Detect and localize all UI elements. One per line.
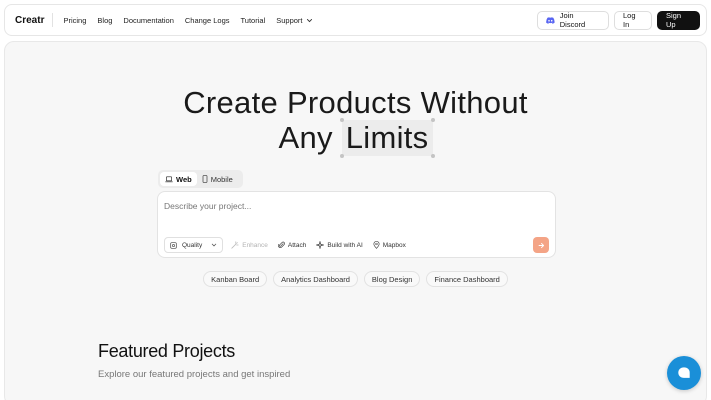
- nav-link-support-label: Support: [276, 15, 303, 25]
- chip-finance-dashboard[interactable]: Finance Dashboard: [426, 271, 508, 287]
- project-description-input[interactable]: [164, 198, 544, 214]
- selection-handle[interactable]: [339, 118, 344, 122]
- magic-icon: [316, 241, 325, 249]
- nav-link-change-logs[interactable]: Change Logs: [185, 16, 230, 25]
- selection-handle[interactable]: [430, 118, 435, 122]
- phone-icon: [202, 175, 208, 183]
- hero-title-line1: Create Products Without: [183, 85, 528, 120]
- chip-kanban-board[interactable]: Kanban Board: [203, 271, 268, 287]
- quality-select[interactable]: Quality: [164, 237, 224, 253]
- featured-projects-title: Featured Projects: [98, 341, 235, 361]
- nav-link-blog[interactable]: Blog: [97, 16, 112, 25]
- attach-button[interactable]: Attach: [277, 241, 307, 249]
- selection-handle[interactable]: [430, 154, 435, 158]
- hero-highlight-word: Limits: [339, 118, 435, 158]
- nav-link-pricing[interactable]: Pricing: [63, 16, 86, 25]
- hero-title-prefix: Any: [278, 120, 333, 155]
- join-discord-label: Join Discord: [559, 11, 586, 29]
- quality-icon: [170, 241, 177, 249]
- nav-divider: [52, 13, 54, 27]
- featured-projects-subtitle: Explore our featured projects and get in…: [98, 369, 291, 380]
- hero-section: Create Products Without Any Limits Web M…: [4, 41, 707, 400]
- enhance-label: Enhance: [242, 241, 268, 249]
- prompt-toolbar: Quality Enhance Attach Build with AI Map…: [164, 237, 406, 253]
- login-button[interactable]: Log In: [614, 10, 652, 30]
- enhance-button[interactable]: Enhance: [231, 241, 268, 249]
- tab-mobile[interactable]: Mobile: [197, 172, 238, 186]
- selection-handle[interactable]: [339, 154, 344, 158]
- join-discord-button[interactable]: Join Discord: [537, 10, 609, 30]
- nav-link-support[interactable]: Support: [276, 16, 312, 25]
- chat-bubble-icon: [678, 367, 690, 378]
- platform-tabs: Web Mobile: [158, 170, 243, 188]
- mapbox-button[interactable]: Mapbox: [373, 241, 406, 249]
- hero-title-line2: Any Limits: [5, 118, 706, 158]
- tab-mobile-label: Mobile: [210, 174, 233, 184]
- nav-link-tutorial[interactable]: Tutorial: [241, 16, 266, 25]
- hero-highlight-text: Limits: [345, 120, 429, 155]
- nav-link-documentation[interactable]: Documentation: [123, 16, 173, 25]
- chip-blog-design[interactable]: Blog Design: [363, 271, 421, 287]
- chevron-down-icon: [212, 243, 217, 247]
- top-navbar: Creatr Pricing Blog Documentation Change…: [4, 4, 707, 36]
- arrow-right-icon: [538, 242, 544, 248]
- build-with-ai-label: Build with AI: [327, 241, 363, 249]
- nav-actions: Join Discord Log In Sign Up: [537, 10, 700, 30]
- brand-logo[interactable]: Creatr: [15, 15, 44, 26]
- chip-analytics-dashboard[interactable]: Analytics Dashboard: [273, 271, 358, 287]
- chat-support-button[interactable]: [667, 356, 701, 390]
- suggestion-chips: Kanban Board Analytics Dashboard Blog De…: [5, 271, 706, 287]
- send-button[interactable]: [533, 237, 549, 253]
- tab-web[interactable]: Web: [160, 172, 197, 186]
- discord-icon: [546, 16, 555, 24]
- paperclip-icon: [277, 241, 285, 248]
- quality-label: Quality: [182, 241, 203, 249]
- map-pin-icon: [373, 241, 380, 249]
- chevron-down-icon: [306, 18, 312, 22]
- signup-button[interactable]: Sign Up: [657, 10, 700, 30]
- nav-links: Pricing Blog Documentation Change Logs T…: [63, 16, 312, 25]
- attach-label: Attach: [287, 241, 307, 249]
- mapbox-label: Mapbox: [382, 241, 406, 249]
- prompt-box: Quality Enhance Attach: [157, 191, 556, 258]
- tab-web-label: Web: [176, 174, 192, 184]
- laptop-icon: [165, 175, 173, 182]
- build-with-ai-button[interactable]: Build with AI: [316, 241, 363, 249]
- sparkle-icon: [231, 241, 239, 249]
